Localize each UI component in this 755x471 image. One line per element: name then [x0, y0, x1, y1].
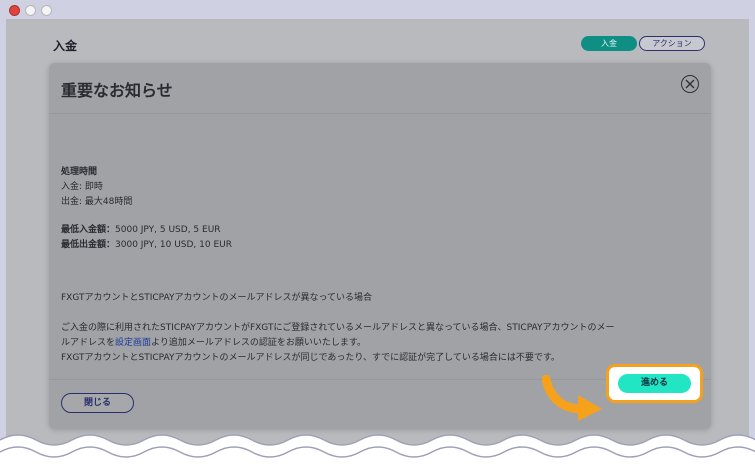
min-withdraw-value: 3000 JPY, 10 USD, 10 EUR [115, 240, 232, 250]
email-notice-line2: ルアドレスを設定画面より追加メールアドレスの認証をお願いいたします。 [61, 336, 366, 351]
window-titlebar [0, 0, 755, 18]
withdraw-time: 出金: 最大48時間 [61, 197, 133, 207]
email-notice-line3: FXGTアカウントとSTICPAYアカウントのメールアドレスが同じであったり、す… [61, 353, 560, 363]
email-notice-text-post: より追加メールアドレスの認証をお願いいたします。 [151, 338, 366, 348]
min-deposit: 最低入金額：5000 JPY, 5 USD, 5 EUR [61, 223, 221, 238]
close-button[interactable]: 閉じる [61, 393, 134, 413]
close-icon[interactable] [681, 75, 699, 93]
tab-action[interactable]: アクション [639, 36, 705, 51]
tab-deposit[interactable]: 入金 [581, 36, 637, 51]
minimize-window-icon[interactable] [25, 5, 36, 16]
maximize-window-icon[interactable] [41, 5, 52, 16]
modal-title: 重要なお知らせ [61, 81, 173, 100]
email-notice-heading: FXGTアカウントとSTICPAYアカウントのメールアドレスが異なっている場合 [61, 293, 373, 303]
modal-header: 重要なお知らせ [49, 63, 711, 114]
min-withdraw-label: 最低出金額： [61, 240, 116, 250]
page-title: 入金 [53, 39, 78, 53]
pointer-arrow-icon [542, 375, 602, 421]
close-window-icon[interactable] [9, 5, 20, 16]
proceed-highlight: 進める [606, 364, 703, 403]
browser-window: 入金 入金 アクション 重要なお知らせ 処理時間 入金: 即時 出金: 最大48… [0, 0, 755, 471]
torn-edge [0, 434, 755, 471]
processing-heading: 処理時間 [61, 167, 98, 177]
min-withdraw: 最低出金額：3000 JPY, 10 USD, 10 EUR [61, 238, 232, 253]
settings-link[interactable]: 設定画面 [115, 338, 151, 348]
min-deposit-label: 最低入金額： [61, 225, 116, 235]
proceed-button[interactable]: 進める [618, 374, 691, 393]
min-deposit-value: 5000 JPY, 5 USD, 5 EUR [115, 225, 221, 235]
email-notice-line1: ご入金の際に利用されたSTICPAYアカウントがFXGTにご登録されているメール… [61, 323, 615, 333]
email-notice-text-pre: ルアドレスを [61, 338, 116, 348]
deposit-time: 入金: 即時 [61, 182, 103, 192]
page-content: 入金 入金 アクション 重要なお知らせ 処理時間 入金: 即時 出金: 最大48… [6, 19, 749, 471]
